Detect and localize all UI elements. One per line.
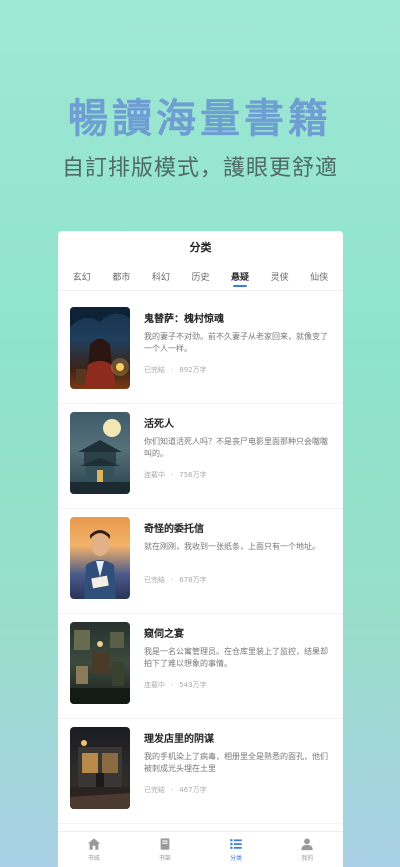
book-meta: 已完结 · 467万字	[144, 785, 333, 795]
book-word-count: 678万字	[179, 576, 207, 584]
separator-dot: ·	[171, 576, 174, 584]
book-meta: 已完结 · 678万字	[144, 575, 333, 585]
user-icon	[301, 838, 314, 851]
separator-dot: ·	[171, 366, 174, 374]
nav-bookstore[interactable]: 书城	[69, 837, 119, 862]
separator-dot: ·	[171, 681, 174, 689]
tab-lingxia[interactable]: 灵侠	[271, 266, 289, 287]
book-meta: 已完结 · 892万字	[144, 365, 333, 375]
book-cover[interactable]	[70, 307, 130, 389]
nav-bookshelf[interactable]: 书架	[140, 837, 190, 862]
tab-xuanhuan[interactable]: 玄幻	[73, 266, 91, 287]
cover-art-dark-room	[70, 630, 130, 704]
category-tabs: 玄幻 都市 科幻 历史 悬疑 灵侠 仙侠	[58, 263, 343, 291]
nav-label: 书架	[158, 855, 171, 862]
book-status: 已完结	[144, 366, 165, 374]
list-item[interactable]: 活死人 你们知道活死人吗？不是丧尸电影里面那种只会嗷嗷叫的。 连载中 · 756万字	[58, 404, 343, 509]
book-word-count: 892万字	[179, 366, 207, 374]
book-title[interactable]: 奇怪的委托信	[144, 520, 333, 535]
nav-label: 分类	[230, 855, 243, 862]
nav-label: 书城	[87, 855, 100, 862]
tab-xianxia[interactable]: 仙侠	[310, 266, 328, 287]
page-title: 分类	[189, 241, 212, 254]
book-list: 鬼替萨：槐村惊魂 我的妻子不对劲。前不久妻子从老家回来，就像变了一个人一样。 已…	[58, 291, 343, 824]
book-status: 已完结	[144, 786, 165, 794]
book-description: 你们知道活死人吗？不是丧尸电影里面那种只会嗷嗷叫的。	[144, 437, 328, 458]
list-item[interactable]: 鬼替萨：槐村惊魂 我的妻子不对劲。前不久妻子从老家回来，就像变了一个人一样。 已…	[58, 299, 343, 404]
book-description: 就在刚刚，我收到一张纸条，上面只有一个地址。	[144, 542, 320, 551]
category-list-icon	[230, 839, 242, 849]
book-description: 我的妻子不对劲。前不久妻子从老家回来，就像变了一个人一样。	[144, 332, 328, 353]
book-cover[interactable]	[70, 622, 130, 704]
book-description: 我是一名公寓管理员。在仓库里装上了监控，结果却拍下了难以想象的事情。	[144, 647, 328, 668]
nav-profile[interactable]: 我的	[282, 837, 332, 862]
book-meta: 连载中 · 756万字	[144, 470, 333, 480]
cover-art-barbershop	[70, 740, 130, 809]
book-title[interactable]: 鬼替萨：槐村惊魂	[144, 310, 333, 325]
tab-kehuan[interactable]: 科幻	[152, 266, 170, 287]
bottom-nav: 书城 书架 分类 我的	[58, 831, 343, 867]
book-word-count: 756万字	[179, 471, 207, 479]
book-word-count: 467万字	[179, 786, 207, 794]
list-item[interactable]: 奇怪的委托信 就在刚刚，我收到一张纸条，上面只有一个地址。 已完结 · 678万字	[58, 509, 343, 614]
tab-dushi[interactable]: 都市	[112, 266, 130, 287]
book-title[interactable]: 理发店里的阴谋	[144, 730, 333, 745]
nav-label: 我的	[301, 855, 314, 862]
book-cover[interactable]	[70, 727, 130, 809]
book-word-count: 543万字	[179, 681, 207, 689]
bookshelf-icon	[160, 838, 170, 850]
list-item[interactable]: 窥伺之宴 我是一名公寓管理员。在仓库里装上了监控，结果却拍下了难以想象的事情。 …	[58, 614, 343, 719]
tab-lishi[interactable]: 历史	[191, 266, 209, 287]
cover-art-man-letter	[84, 530, 116, 599]
cover-art-woman-candle	[70, 307, 130, 387]
book-status: 连载中	[144, 681, 165, 689]
book-title[interactable]: 窥伺之宴	[144, 625, 333, 640]
separator-dot: ·	[171, 471, 174, 479]
list-item[interactable]: 理发店里的阴谋 我的手机染上了病毒，相册里全是熟悉的面孔，他们被刺成光头埋在土里…	[58, 719, 343, 824]
nav-category[interactable]: 分类	[211, 837, 261, 862]
book-cover[interactable]	[70, 412, 130, 494]
book-status: 已完结	[144, 576, 165, 584]
book-cover[interactable]	[70, 517, 130, 599]
book-title[interactable]: 活死人	[144, 415, 333, 430]
promo-title: 暢讀海量書籍	[68, 95, 332, 142]
phone-screen: 分类 玄幻 都市 科幻 历史 悬疑 灵侠 仙侠 鬼替萨：槐村惊魂 我的妻子不对劲…	[58, 231, 343, 867]
book-status: 连载中	[144, 471, 165, 479]
book-description: 我的手机染上了病毒，相册里全是熟悉的面孔，他们被刺成光头埋在土里	[144, 752, 328, 773]
cover-art-moon-temple	[70, 419, 130, 494]
home-icon	[87, 838, 100, 850]
promo-subtitle: 自訂排版模式，護眼更舒適	[61, 156, 338, 181]
tab-xuanyi[interactable]: 悬疑	[231, 266, 249, 287]
separator-dot: ·	[171, 786, 174, 794]
book-meta: 连载中 · 543万字	[144, 680, 333, 690]
